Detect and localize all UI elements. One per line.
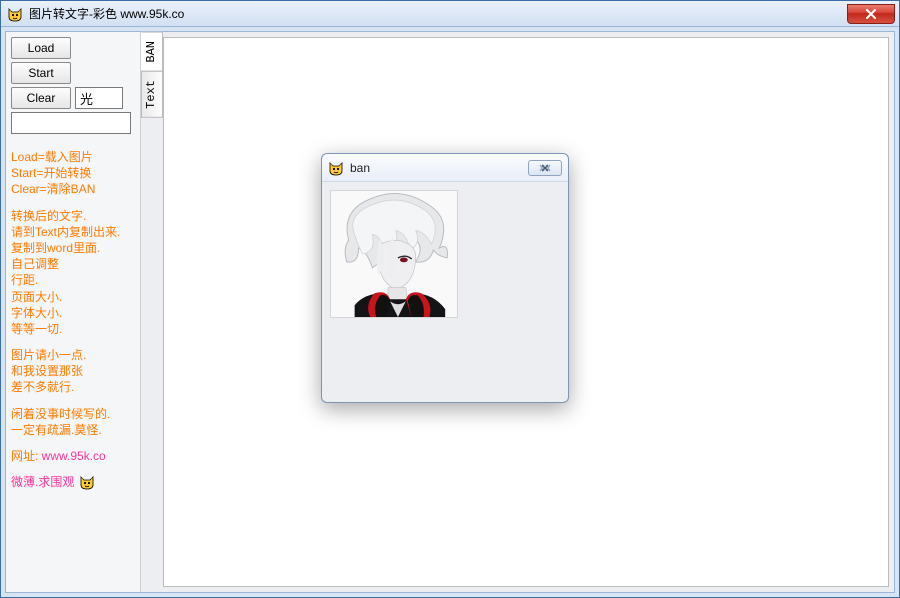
blank-input[interactable] bbox=[11, 112, 131, 134]
main-window: 图片转文字-彩色 www.95k.co Load Start Clear Loa… bbox=[0, 0, 900, 598]
tab-text[interactable]: Text bbox=[141, 71, 163, 118]
tab-ban[interactable]: BAN bbox=[141, 32, 163, 72]
dialog-body bbox=[322, 182, 568, 402]
char-input[interactable] bbox=[75, 87, 123, 109]
dialog-cat-icon bbox=[328, 160, 344, 176]
titlebar[interactable]: 图片转文字-彩色 www.95k.co bbox=[1, 1, 899, 27]
sidebar: Load Start Clear Load=载入图片 Start=开始转换 Cl… bbox=[6, 32, 141, 592]
help-p1: Load=载入图片 Start=开始转换 Clear=清除BAN bbox=[11, 149, 135, 198]
portrait-image bbox=[330, 190, 458, 318]
help-text: Load=载入图片 Start=开始转换 Clear=清除BAN 转换后的文字.… bbox=[11, 149, 135, 500]
website-link[interactable]: www.95k.co bbox=[42, 449, 106, 463]
help-p4: 闲着没事时候写的. 一定有疏漏.莫怪. bbox=[11, 406, 135, 438]
start-button[interactable]: Start bbox=[11, 62, 71, 84]
app-cat-icon bbox=[7, 6, 23, 22]
load-button[interactable]: Load bbox=[11, 37, 71, 59]
help-p5: 网址: www.95k.co bbox=[11, 448, 135, 464]
close-icon bbox=[536, 164, 554, 172]
help-p3: 图片请小一点. 和我设置那张 差不多就行. bbox=[11, 347, 135, 396]
cat-icon bbox=[78, 474, 96, 490]
dialog-title: ban bbox=[350, 161, 370, 175]
ban-dialog[interactable]: ban bbox=[321, 153, 569, 403]
help-p6: 微薄.求围观 bbox=[11, 474, 135, 490]
vertical-tabs: BAN Text bbox=[141, 32, 163, 592]
clear-button[interactable]: Clear bbox=[11, 87, 71, 109]
close-icon bbox=[865, 9, 877, 19]
help-p2: 转换后的文字. 请到Text内复制出来. 复制到word里面. 自己调整 行距.… bbox=[11, 208, 135, 338]
dialog-close-button[interactable] bbox=[528, 160, 562, 176]
dialog-titlebar[interactable]: ban bbox=[322, 154, 568, 182]
window-close-button[interactable] bbox=[847, 4, 895, 24]
window-title: 图片转文字-彩色 www.95k.co bbox=[29, 5, 184, 22]
